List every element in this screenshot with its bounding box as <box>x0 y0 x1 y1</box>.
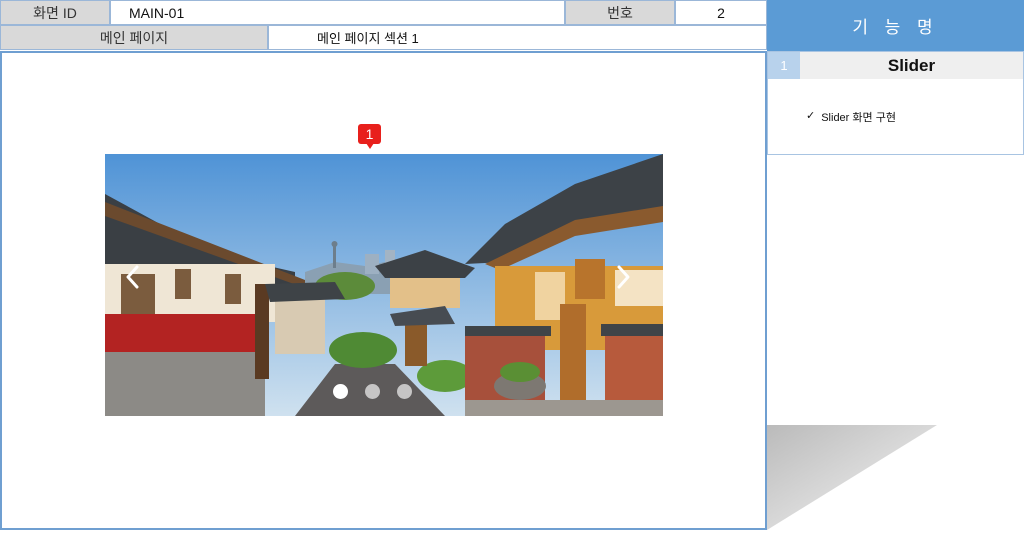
feature-description-text: Slider 화면 구현 <box>821 112 896 124</box>
slider-dot-1[interactable] <box>333 384 348 399</box>
number-label: 번호 <box>565 0 675 25</box>
feature-description: ✓ Slider 화면 구현 <box>806 109 896 125</box>
feature-item-number: 1 <box>768 52 800 79</box>
slider-dot-2[interactable] <box>365 384 380 399</box>
screen-id-value: MAIN-01 <box>110 0 565 25</box>
image-slider[interactable] <box>105 154 663 416</box>
chevron-right-icon <box>617 265 630 289</box>
slide-image <box>105 154 663 416</box>
feature-panel-title: 기 능 명 <box>767 0 1024 51</box>
feature-item-name: Slider <box>800 52 1023 79</box>
check-icon: ✓ <box>806 110 816 122</box>
screen-id-label: 화면 ID <box>0 0 110 25</box>
annotation-marker: 1 <box>358 124 381 149</box>
panel-shadow <box>767 425 937 530</box>
header-row-1: 화면 ID MAIN-01 번호 2 <box>0 0 767 25</box>
feature-box: 1 Slider ✓ Slider 화면 구현 <box>767 51 1024 155</box>
header-row-2: 메인 페이지 메인 페이지 섹션 1 <box>0 25 767 50</box>
section-name: 메인 페이지 섹션 1 <box>268 25 767 50</box>
chevron-left-icon <box>126 265 139 289</box>
next-slide-button[interactable] <box>611 262 635 292</box>
number-value: 2 <box>675 0 767 25</box>
prev-slide-button[interactable] <box>121 262 145 292</box>
page-name: 메인 페이지 <box>0 25 268 50</box>
slider-dot-3[interactable] <box>397 384 412 399</box>
